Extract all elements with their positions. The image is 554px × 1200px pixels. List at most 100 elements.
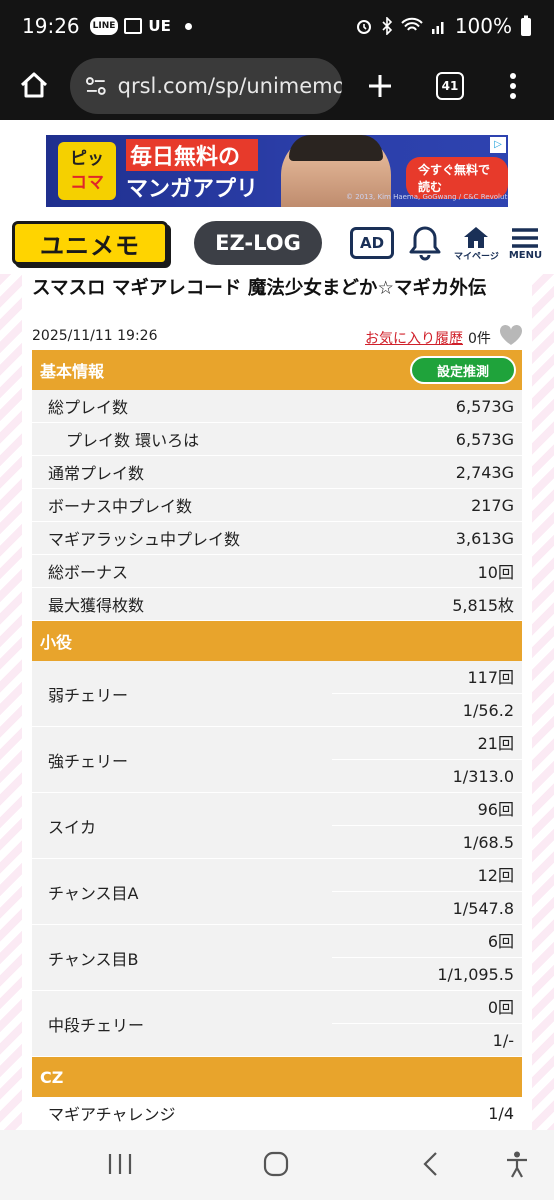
table-row: 総ボーナス 10回 (32, 555, 522, 588)
site-header: ユニメモ EZ-LOG AD マイページ MENU (0, 212, 554, 274)
table-row: チャンス目B 6回 1/1,095.5 (32, 925, 522, 991)
row-label: 通常プレイ数 (48, 464, 145, 483)
back-icon[interactable] (418, 1150, 446, 1178)
table-row: スイカ 96回 1/68.5 (32, 793, 522, 859)
notification-dot-icon (184, 22, 192, 30)
data-date: 2025/11/11 19:26 (32, 328, 158, 344)
mypage-button[interactable]: マイページ (454, 225, 499, 262)
table-row: ボーナス中プレイ数 217G (32, 489, 522, 522)
ad-headline-1: 毎日無料の (126, 139, 259, 171)
tab-switcher-button[interactable]: 41 (436, 72, 464, 100)
system-nav-bar (0, 1130, 554, 1200)
section-header-small-roles: 小役 (32, 621, 522, 661)
site-logo[interactable]: ユニメモ (12, 221, 168, 265)
battery-level: 100% (454, 14, 512, 38)
row-value: 2,743G (455, 462, 514, 482)
page-title: スマスロ マギアレコード 魔法少女まどか☆マギカ外伝 (32, 278, 487, 299)
section-title: CZ (40, 1067, 64, 1087)
status-time: 19:26 (22, 14, 80, 38)
table-row: 通常プレイ数 2,743G (32, 456, 522, 489)
home-button-icon[interactable] (262, 1150, 290, 1178)
row-value: 10回 (477, 563, 514, 582)
more-options-icon[interactable] (508, 71, 518, 101)
row-rate: 1/313.0 (452, 766, 514, 786)
row-rate: 1/1,095.5 (437, 964, 514, 984)
table-row: 総プレイ数 6,573G (32, 390, 522, 423)
status-bar: 19:26 LINE UE 100% (0, 0, 554, 52)
row-count: 21回 (477, 733, 514, 753)
url-text: qrsl.com/sp/unimemo (117, 74, 342, 98)
table-row: マギアチャレンジ 1/4 (32, 1097, 522, 1130)
battery-icon (521, 15, 531, 36)
row-label: チャンス目A (48, 883, 139, 903)
row-label: 総ボーナス (48, 563, 129, 582)
carrier-label: UE (148, 17, 171, 35)
row-rate: 1/547.8 (452, 898, 514, 918)
menu-button[interactable]: MENU (509, 226, 542, 261)
row-count: 0回 (487, 997, 514, 1017)
row-rate: 1/56.2 (462, 700, 514, 720)
logo-bottom-text: コマ (70, 173, 104, 193)
table-row: 弱チェリー 117回 1/56.2 (32, 661, 522, 727)
favorite-count: 0件 (468, 331, 491, 347)
ezlog-button[interactable]: EZ-LOG (194, 221, 322, 265)
table-row: 中段チェリー 0回 1/- (32, 991, 522, 1057)
row-value: 1/4 (488, 1103, 514, 1123)
table-row: 強チェリー 21回 1/313.0 (32, 727, 522, 793)
browser-toolbar: qrsl.com/sp/unimemo 41 (0, 52, 554, 120)
setting-estimate-button[interactable]: 設定推測 (410, 356, 516, 384)
menu-label: MENU (508, 249, 543, 261)
page-content: スマスロ マギアレコード 魔法少女まどか☆マギカ外伝 2025/11/11 19… (0, 274, 554, 1130)
section-title: 小役 (40, 633, 73, 652)
accessibility-icon[interactable] (503, 1150, 531, 1178)
ad-copyright: © 2013, Kim Haema, GoGwang / C&C Revolut… (346, 193, 508, 201)
recent-apps-icon[interactable] (106, 1150, 134, 1178)
row-value: 6,573G (455, 396, 514, 416)
section-header-cz: CZ (32, 1057, 522, 1097)
row-value: 6,573G (455, 429, 514, 449)
mypage-label: マイページ (454, 251, 499, 262)
row-value: 5,815枚 (452, 596, 514, 615)
section-title: 基本情報 (40, 362, 105, 381)
address-bar[interactable]: qrsl.com/sp/unimemo (70, 58, 342, 114)
row-count: 6回 (487, 931, 514, 951)
row-value: 217G (471, 495, 514, 515)
table-row: プレイ数 環いろは 6,573G (32, 423, 522, 456)
ad-headline-2: マンガアプリ (126, 177, 259, 202)
section-header-basic-info: 基本情報 設定推測 (32, 350, 522, 390)
data-table: 基本情報 設定推測 総プレイ数 6,573G プレイ数 環いろは 6,573G 通常… (32, 350, 522, 1130)
site-settings-icon[interactable] (84, 74, 108, 98)
row-label: プレイ数 環いろは (66, 431, 200, 450)
bell-icon[interactable] (408, 224, 442, 262)
ad-icon[interactable]: AD (350, 227, 394, 259)
home-icon[interactable] (12, 64, 56, 108)
logo-top-text: ピッ (70, 149, 104, 169)
row-count: 117回 (467, 667, 514, 687)
house-icon (464, 226, 489, 248)
row-rate: 1/68.5 (462, 832, 514, 852)
favorite-history-link[interactable]: お気に入り履歴 (365, 328, 463, 348)
new-tab-icon[interactable] (364, 70, 396, 102)
row-rate: 1/- (492, 1030, 514, 1050)
wifi-icon (401, 17, 423, 31)
signal-icon (431, 22, 444, 34)
row-label: マギアチャレンジ (48, 1105, 176, 1124)
line-icon: LINE (89, 17, 119, 35)
row-label: マギアラッシュ中プレイ数 (48, 530, 241, 549)
ad-banner[interactable]: ピッ コマ 毎日無料の マンガアプリ 今すぐ無料で読む © 2013, Kim … (46, 135, 508, 207)
hamburger-icon (512, 227, 539, 248)
row-label: 最大獲得枚数 (48, 596, 145, 615)
table-row: 最大獲得枚数 5,815枚 (32, 588, 522, 621)
row-label: 総プレイ数 (48, 398, 129, 417)
row-label: 強チェリー (48, 751, 129, 771)
bluetooth-icon (382, 17, 392, 35)
piccoma-logo: ピッ コマ (58, 142, 116, 200)
heart-icon[interactable] (498, 323, 524, 347)
row-label: 弱チェリー (48, 685, 129, 705)
adchoices-icon[interactable]: ▷ (490, 137, 506, 153)
alarm-icon (356, 20, 371, 34)
row-label: 中段チェリー (48, 1015, 145, 1035)
row-label: ボーナス中プレイ数 (48, 497, 193, 516)
row-label: チャンス目B (48, 949, 139, 969)
content-panel: スマスロ マギアレコード 魔法少女まどか☆マギカ外伝 2025/11/11 19… (22, 274, 532, 1130)
